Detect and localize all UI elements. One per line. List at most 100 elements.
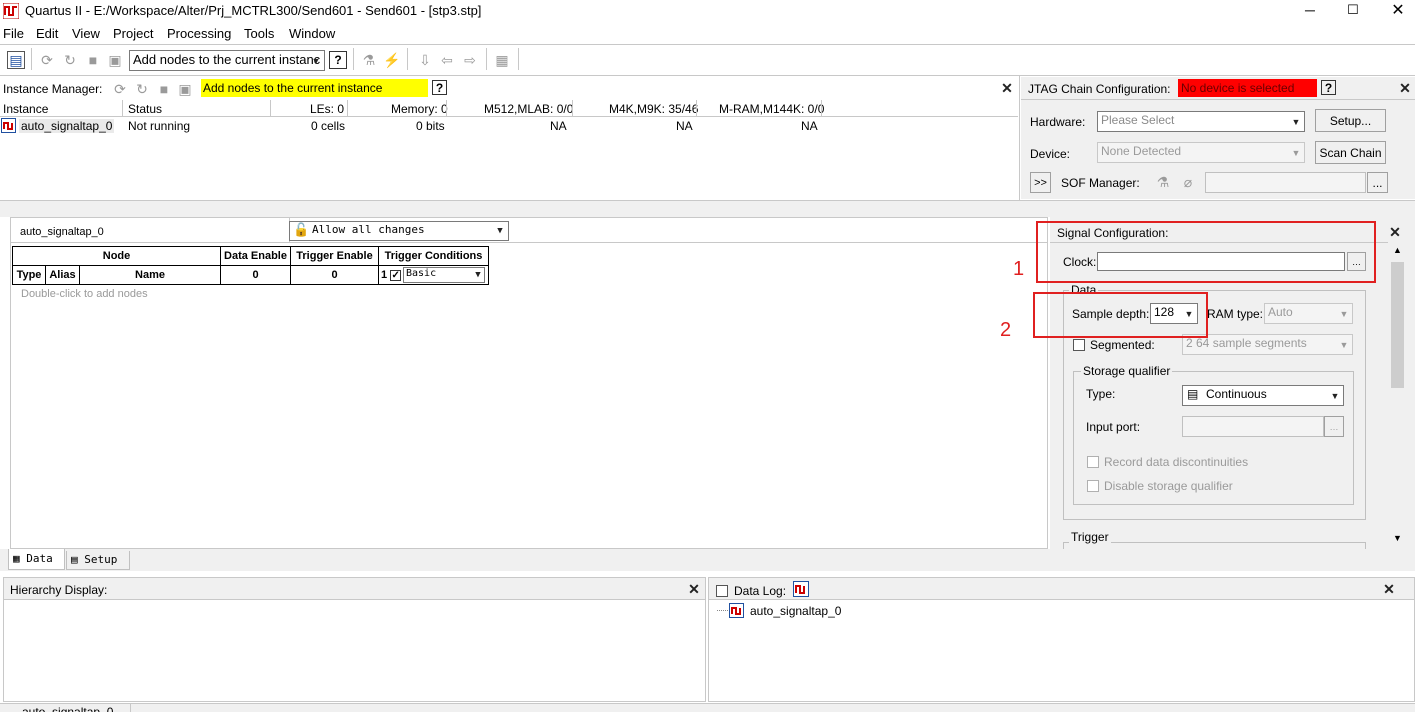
setup-button[interactable]: Setup... <box>1315 109 1386 132</box>
vertical-scrollbar[interactable]: ▲ ▼ <box>1389 242 1406 547</box>
trigger-checkbox[interactable]: ✓ <box>390 269 402 281</box>
help-icon[interactable]: ? <box>432 80 447 95</box>
help-icon[interactable]: ? <box>329 51 347 69</box>
record-discontinuities-label: Record data discontinuities <box>1104 455 1249 469</box>
data-enable-count: 0 <box>220 265 291 285</box>
chevron-down-icon: ▼ <box>1291 116 1301 127</box>
jtag-panel: JTAG Chain Configuration: No device is s… <box>1021 77 1415 199</box>
tab-setup[interactable]: ▤ Setup <box>66 551 130 570</box>
menu-edit[interactable]: Edit <box>36 26 58 41</box>
col-m4k[interactable]: M4K,M9K: 35/46 <box>609 102 698 116</box>
datalog-icon[interactable] <box>793 581 809 597</box>
col-trigger-enable[interactable]: Trigger Enable <box>290 246 379 266</box>
close-icon[interactable]: ✕ <box>1382 582 1396 596</box>
instance-manager-icon[interactable]: ▤ <box>7 51 25 69</box>
stop-icon[interactable]: ■ <box>155 80 173 98</box>
arrow-right-icon[interactable]: ⇨ <box>461 51 479 69</box>
expand-button[interactable]: >> <box>1030 172 1051 193</box>
tree-connector <box>717 610 728 611</box>
chevron-down-icon: ▼ <box>497 226 503 236</box>
stop-icon[interactable]: ■ <box>84 51 102 69</box>
scroll-up-icon[interactable]: ▲ <box>1389 242 1406 259</box>
trigger-condition-cell: 1 ✓ Basic ▼ <box>378 265 489 285</box>
read-data-icon[interactable]: ▣ <box>176 80 194 98</box>
minimize-button[interactable]: ─ <box>1300 0 1320 20</box>
instance-les: 0 cells <box>311 119 346 133</box>
jtag-status: No device is selected <box>1178 79 1317 97</box>
col-memory[interactable]: Memory: 0 <box>391 102 448 116</box>
add-nodes-hint[interactable]: Double-click to add nodes <box>21 288 148 300</box>
sof-file-field[interactable] <box>1205 172 1366 193</box>
run-analysis-icon[interactable]: ↻ <box>61 51 79 69</box>
chevron-down-icon: ▼ <box>475 270 481 280</box>
annotation-box-2 <box>1033 292 1208 338</box>
col-les[interactable]: LEs: 0 <box>310 102 344 116</box>
menu-bar: File Edit View Project Processing Tools … <box>0 23 1415 43</box>
splitter[interactable] <box>0 201 1415 217</box>
storage-type-select[interactable]: ▤ Continuous ▼ <box>1182 385 1344 406</box>
autorun-icon[interactable]: ⟳ <box>111 80 129 98</box>
help-icon[interactable]: ? <box>1321 80 1336 95</box>
read-data-icon[interactable]: ▣ <box>106 51 124 69</box>
run-analysis-icon[interactable]: ↻ <box>133 80 151 98</box>
tab-data[interactable]: ▦ Data <box>8 549 65 570</box>
program-device-icon[interactable]: ⚗ <box>1154 173 1172 191</box>
col-status[interactable]: Status <box>128 102 162 116</box>
menu-processing[interactable]: Processing <box>167 26 231 41</box>
sof-browse-button[interactable]: ... <box>1367 172 1388 193</box>
instance-manager-label: Instance Manager: <box>3 82 103 96</box>
close-icon[interactable]: ✕ <box>1000 81 1014 95</box>
close-icon[interactable]: ✕ <box>687 582 701 596</box>
arrow-left-icon[interactable]: ⇦ <box>438 51 456 69</box>
menu-project[interactable]: Project <box>113 26 153 41</box>
menu-view[interactable]: View <box>72 26 100 41</box>
input-port-field[interactable] <box>1182 416 1324 437</box>
col-name[interactable]: Name <box>79 265 221 285</box>
close-window-button[interactable]: ✕ <box>1388 0 1408 20</box>
signaltap-instance-icon <box>1 118 16 133</box>
input-port-browse-button[interactable]: … <box>1324 416 1344 437</box>
datalog-checkbox[interactable] <box>716 585 728 597</box>
col-trigger-conditions[interactable]: Trigger Conditions <box>378 246 489 266</box>
ram-type-select[interactable]: Auto ▼ <box>1264 303 1353 324</box>
col-m512[interactable]: M512,MLAB: 0/0 <box>484 102 573 116</box>
instance-select[interactable]: Add nodes to the current instanc ▼ <box>129 50 325 71</box>
arrow-down-icon[interactable]: ⇩ <box>416 51 434 69</box>
table-row[interactable]: auto_signaltap_0 Not running 0 cells 0 b… <box>0 117 1018 135</box>
hardware-select[interactable]: Please Select ▼ <box>1097 111 1305 132</box>
autorun-icon[interactable]: ⟳ <box>38 51 56 69</box>
scroll-down-icon[interactable]: ▼ <box>1389 530 1406 547</box>
scroll-thumb[interactable] <box>1391 262 1404 388</box>
segmented-checkbox[interactable] <box>1073 339 1085 351</box>
menu-tools[interactable]: Tools <box>244 26 274 41</box>
trigger-mode-select[interactable]: Basic ▼ <box>403 267 485 283</box>
instance-status: Not running <box>128 119 191 133</box>
disable-storage-label: Disable storage qualifier <box>1104 479 1233 493</box>
lock-mode-select[interactable]: 🔓 Allow all changes ▼ <box>289 221 509 241</box>
instance-name: auto_signaltap_0 <box>19 119 115 133</box>
col-mram[interactable]: M-RAM,M144K: 0/0 <box>719 102 824 116</box>
close-icon[interactable]: ✕ <box>1398 81 1412 95</box>
datalog-root-item[interactable]: auto_signaltap_0 <box>750 604 841 618</box>
title-bar: Quartus II - E:/Workspace/Alter/Prj_MCTR… <box>0 0 1415 22</box>
signaltap-icon[interactable]: ⚡ <box>383 51 401 69</box>
disable-storage-checkbox[interactable] <box>1087 480 1099 492</box>
col-type[interactable]: Type <box>12 265 46 285</box>
window-icon[interactable]: ▦ <box>493 51 511 69</box>
maximize-button[interactable]: ☐ <box>1343 0 1363 20</box>
close-icon[interactable]: ✕ <box>1388 225 1402 239</box>
col-data-enable[interactable]: Data Enable <box>220 246 291 266</box>
attach-icon[interactable]: ⌀ <box>1179 173 1197 191</box>
editor-instance-name: auto_signaltap_0 <box>20 226 104 238</box>
scan-chain-button[interactable]: Scan Chain <box>1315 141 1386 164</box>
menu-file[interactable]: File <box>3 26 24 41</box>
instance-memory: 0 bits <box>416 119 445 133</box>
col-alias[interactable]: Alias <box>45 265 80 285</box>
menu-window[interactable]: Window <box>289 26 335 41</box>
chevron-down-icon: ▼ <box>1291 147 1301 158</box>
col-node[interactable]: Node <box>12 246 221 266</box>
program-device-icon[interactable]: ⚗ <box>360 51 378 69</box>
record-discontinuities-checkbox[interactable] <box>1087 456 1099 468</box>
col-instance[interactable]: Instance <box>3 102 48 116</box>
device-select[interactable]: None Detected ▼ <box>1097 142 1305 163</box>
